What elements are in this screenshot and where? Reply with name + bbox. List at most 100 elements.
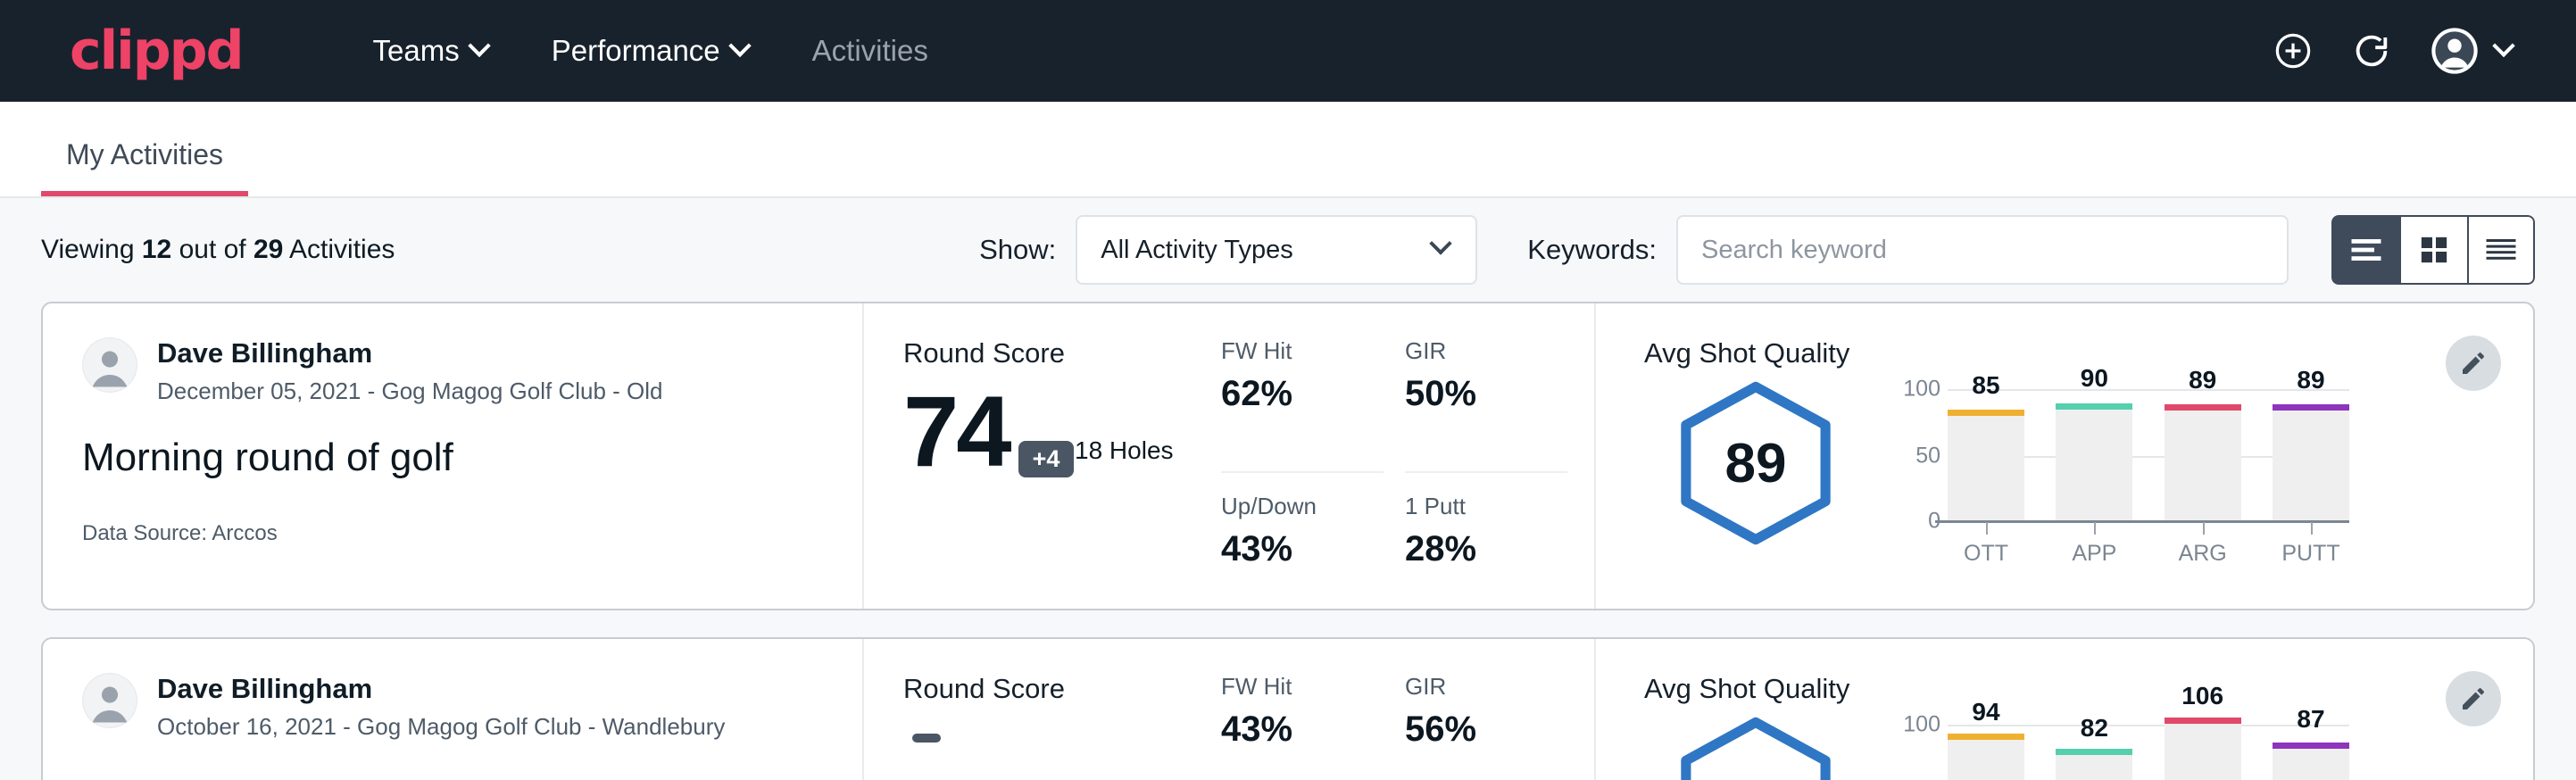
round-score-column: Round Score: [864, 639, 1221, 780]
bar-putt-rect: [2273, 743, 2349, 780]
filter-toolbar: Viewing 12 out of 29 Activities Show: Al…: [0, 198, 2576, 302]
avatar: [82, 673, 137, 728]
bar-app-rect: [2056, 749, 2132, 780]
activity-person: Dave Billingham October 16, 2021 - Gog M…: [82, 673, 823, 741]
avg-shot-quality-body: 100 50 0 94: [1644, 710, 2533, 780]
chart-y-axis: 100 50 0: [1885, 710, 1940, 780]
viewing-count: 12: [142, 235, 171, 264]
round-score-value-row: [903, 721, 1221, 743]
x-label-app: APP: [2056, 541, 2132, 567]
viewing-count-text: Viewing 12 out of 29 Activities: [41, 235, 395, 265]
person-text-block: Dave Billingham October 16, 2021 - Gog M…: [157, 673, 725, 741]
bar-app-cap: [2056, 403, 2132, 410]
chevron-down-icon: [1430, 232, 1452, 254]
bar-ott-cap: [1948, 410, 2024, 416]
x-tick-arg: [2203, 522, 2205, 535]
chart-bars: 85 90: [1948, 375, 2349, 520]
bar-app: 90: [2056, 375, 2132, 520]
bar-putt-value: 87: [2273, 705, 2349, 734]
bar-arg-value: 106: [2165, 682, 2241, 710]
bar-putt: 89: [2273, 375, 2349, 520]
activity-meta: December 05, 2021 - Gog Magog Golf Club …: [157, 378, 663, 405]
list-view-button[interactable]: [2331, 215, 2399, 285]
quality-hexagon-wrap: [1644, 710, 1867, 780]
stat-gir-value: 50%: [1405, 374, 1550, 414]
bar-ott-value: 85: [1948, 371, 2024, 400]
stat-one-putt: 1 Putt 28%: [1405, 493, 1567, 609]
bar-arg-rect: [2165, 404, 2241, 520]
activity-card[interactable]: Dave Billingham December 05, 2021 - Gog …: [41, 302, 2535, 610]
activity-type-select-value: All Activity Types: [1101, 236, 1292, 265]
viewing-total: 29: [253, 235, 283, 264]
bar-app-rect: [2056, 403, 2132, 520]
plus-circle-icon[interactable]: [2273, 30, 2314, 71]
round-score-label: Round Score: [903, 673, 1221, 705]
bar-arg-cap: [2165, 404, 2241, 411]
tab-my-activities[interactable]: My Activities: [41, 138, 248, 196]
quality-hexagon: 89: [1671, 380, 1841, 546]
chart-plot-area: 94 82: [1948, 710, 2349, 780]
shot-quality-bar-chart: 100 50 0 94: [1885, 710, 2349, 780]
viewing-suffix: Activities: [283, 235, 395, 264]
nav-item-teams-label: Teams: [373, 34, 460, 68]
score-to-par-badge: [912, 734, 941, 743]
avg-shot-quality-column: Avg Shot Quality 100 50 0: [1596, 639, 2533, 780]
quality-hexagon-wrap: 89: [1644, 375, 1867, 546]
y-tick-50: 50: [1915, 444, 1940, 469]
quality-hexagon-value: 89: [1671, 380, 1841, 546]
activity-card[interactable]: Dave Billingham October 16, 2021 - Gog M…: [41, 637, 2535, 780]
bar-ott: 94: [1948, 710, 2024, 780]
nav-action-icons: [2273, 26, 2535, 76]
stat-fw-hit-value: 62%: [1221, 374, 1366, 414]
bar-ott-value: 94: [1948, 698, 2024, 726]
round-score-label: Round Score: [903, 337, 1221, 369]
activity-title: Morning round of golf: [82, 436, 823, 480]
stat-one-putt-label: 1 Putt: [1405, 493, 1550, 520]
compact-view-button[interactable]: [2467, 215, 2535, 285]
chevron-down-icon: [728, 35, 751, 57]
grid-view-button[interactable]: [2399, 215, 2467, 285]
avatar: [82, 337, 137, 393]
person-name: Dave Billingham: [157, 673, 725, 705]
nav-item-activities[interactable]: Activities: [780, 34, 960, 68]
edit-activity-button[interactable]: [2446, 671, 2501, 726]
nav-item-performance-label: Performance: [552, 34, 720, 68]
nav-item-performance[interactable]: Performance: [519, 34, 780, 68]
account-avatar-icon[interactable]: [2430, 26, 2480, 76]
avg-shot-quality-column: Avg Shot Quality 89 100 50 0: [1596, 303, 2533, 609]
stat-fw-hit: FW Hit 62%: [1221, 337, 1384, 473]
bar-ott-rect: [1948, 410, 2024, 520]
account-menu[interactable]: [2430, 26, 2512, 76]
primary-nav: Teams Performance Activities: [341, 34, 960, 68]
x-label-arg: ARG: [2165, 541, 2241, 567]
round-stats-grid: FW Hit 62% GIR 50% Up/Down 43% 1 Putt 28…: [1221, 303, 1596, 609]
bar-putt: 87: [2273, 710, 2349, 780]
nav-item-activities-label: Activities: [812, 34, 928, 68]
refresh-icon[interactable]: [2351, 30, 2392, 71]
bar-ott-cap: [1948, 734, 2024, 740]
chevron-down-icon: [468, 35, 490, 57]
activity-person: Dave Billingham December 05, 2021 - Gog …: [82, 337, 823, 405]
activity-meta: October 16, 2021 - Gog Magog Golf Club -…: [157, 713, 725, 741]
bar-arg: 106: [2165, 710, 2241, 780]
chart-x-axis: [1935, 520, 2349, 523]
keywords-label: Keywords:: [1527, 234, 1657, 266]
app-logo[interactable]: clippd: [70, 24, 243, 78]
chart-x-labels: OTT APP ARG PUTT: [1948, 541, 2349, 567]
viewing-prefix: Viewing: [41, 235, 142, 264]
search-input[interactable]: [1676, 215, 2289, 285]
stat-fw-hit-label: FW Hit: [1221, 673, 1366, 701]
chart-bars: 94 82: [1948, 710, 2349, 780]
edit-activity-button[interactable]: [2446, 336, 2501, 391]
person-text-block: Dave Billingham December 05, 2021 - Gog …: [157, 337, 663, 405]
bar-ott: 85: [1948, 375, 2024, 520]
nav-item-teams[interactable]: Teams: [341, 34, 519, 68]
bar-ott-rect: [1948, 734, 2024, 780]
bar-putt-rect: [2273, 404, 2349, 520]
activity-type-select[interactable]: All Activity Types: [1076, 215, 1477, 285]
stat-up-down-label: Up/Down: [1221, 493, 1366, 520]
y-tick-100: 100: [1903, 712, 1940, 738]
avg-shot-quality-body: 89 100 50 0 85: [1644, 375, 2533, 562]
quality-hexagon-value: [1671, 716, 1841, 780]
show-label: Show:: [979, 234, 1056, 266]
